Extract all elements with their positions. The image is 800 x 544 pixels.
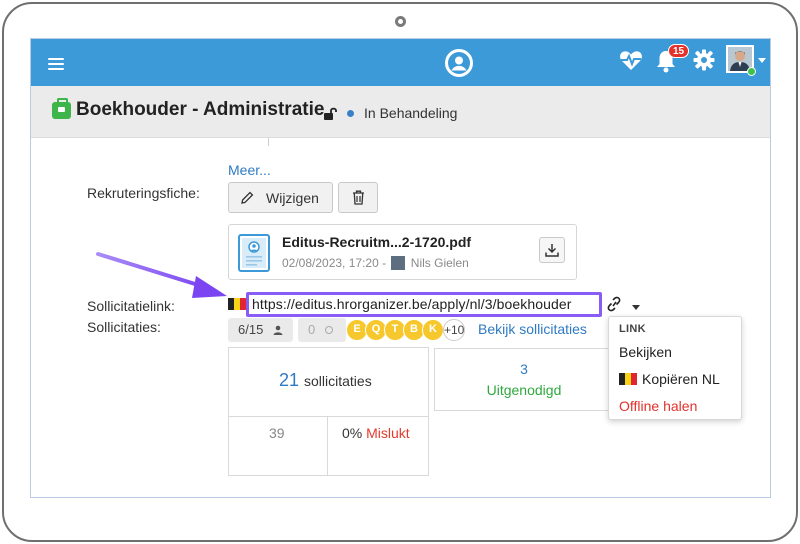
page-header: Boekhouder - Administratie In Behandelin… <box>31 86 770 138</box>
failed-percentage: 0% <box>342 425 363 441</box>
unlocked-icon[interactable] <box>324 107 338 120</box>
stat-secondary-value: 39 <box>269 425 285 441</box>
menu-icon[interactable] <box>48 58 64 70</box>
application-url[interactable]: https://editus.hrorganizer.be/apply/nl/3… <box>252 296 572 312</box>
belgium-flag-icon <box>619 373 637 385</box>
invited-count: 3 <box>520 361 528 377</box>
more-applicants-badge[interactable]: +10 <box>443 319 465 341</box>
attachment-card: Editus-Recruitm...2-1720.pdf 02/08/2023,… <box>228 224 577 280</box>
view-applications-link[interactable]: Bekijk sollicitaties <box>478 321 587 337</box>
invited-label: Uitgenodigd <box>486 382 562 398</box>
edit-button-label: Wijzigen <box>266 190 319 206</box>
applications-count: 6/15 <box>238 322 264 337</box>
applications-total: 21 <box>279 370 300 390</box>
link-dropdown-caret-icon[interactable] <box>632 305 640 310</box>
failed-stat: 0% Mislukt <box>342 425 410 441</box>
applications-count-pill[interactable]: 6/15 <box>228 318 293 342</box>
applications-total-label: sollicitaties <box>304 373 372 389</box>
gear-icon[interactable] <box>693 49 715 71</box>
pending-count: 0 <box>308 322 316 337</box>
notification-badge: 15 <box>668 44 690 58</box>
file-name[interactable]: Editus-Recruitm...2-1720.pdf <box>282 234 471 250</box>
user-circle-icon[interactable] <box>445 49 473 77</box>
target-icon <box>325 326 333 334</box>
page-title: Boekhouder - Administratie <box>76 99 325 120</box>
document-icon <box>238 234 270 272</box>
delete-button[interactable] <box>338 182 378 213</box>
recruitment-form-label: Rekruteringsfiche: <box>87 185 200 201</box>
failed-label: Mislukt <box>366 425 410 441</box>
online-status-dot <box>747 67 756 76</box>
stat-box-secondary[interactable]: 39 <box>228 416 328 476</box>
menu-item-copy-label: Kopiëren NL <box>642 371 720 387</box>
more-link[interactable]: Meer... <box>228 162 271 178</box>
download-button[interactable] <box>539 237 565 263</box>
link-icon[interactable] <box>605 296 623 312</box>
invited-stat-box[interactable]: 3 Uitgenodigd <box>434 348 614 411</box>
briefcase-icon <box>52 98 71 119</box>
failed-stat-box[interactable]: 0% Mislukt <box>327 416 429 476</box>
menu-heading: LINK <box>619 323 646 335</box>
link-dropdown-menu: LINK Bekijken Kopiëren NL Offline halen <box>608 316 742 420</box>
annotation-arrow-icon <box>96 252 227 298</box>
chevron-down-icon[interactable] <box>758 58 766 63</box>
edit-button[interactable]: Wijzigen <box>228 182 333 213</box>
menu-item-take-offline[interactable]: Offline halen <box>619 398 697 414</box>
author-avatar <box>391 256 406 270</box>
trash-icon <box>353 190 364 205</box>
pending-count-pill[interactable]: 0 <box>298 318 346 342</box>
download-icon <box>545 244 559 257</box>
heart-pulse-icon[interactable] <box>619 49 643 71</box>
camera-icon <box>395 16 406 27</box>
top-navbar: 15 <box>31 39 770 86</box>
applications-label: Sollicitaties: <box>87 319 161 335</box>
divider <box>268 138 269 146</box>
status-dot <box>347 110 354 117</box>
file-author: Nils Gielen <box>410 256 469 270</box>
application-url-box[interactable]: https://editus.hrorganizer.be/apply/nl/3… <box>246 292 602 317</box>
status-label: In Behandeling <box>364 105 458 121</box>
application-link-label: Sollicitatielink: <box>87 298 175 314</box>
person-icon <box>273 325 283 335</box>
menu-item-view[interactable]: Bekijken <box>619 344 672 360</box>
pencil-icon <box>241 191 254 204</box>
menu-item-copy-nl[interactable]: Kopiëren NL <box>619 371 720 387</box>
applicant-avatar[interactable]: K <box>422 319 444 341</box>
applications-total-box[interactable]: 21 sollicitaties <box>228 347 429 417</box>
file-date: 02/08/2023, 17:20 - <box>282 256 387 270</box>
file-meta: 02/08/2023, 17:20 - Nils Gielen <box>282 256 469 270</box>
